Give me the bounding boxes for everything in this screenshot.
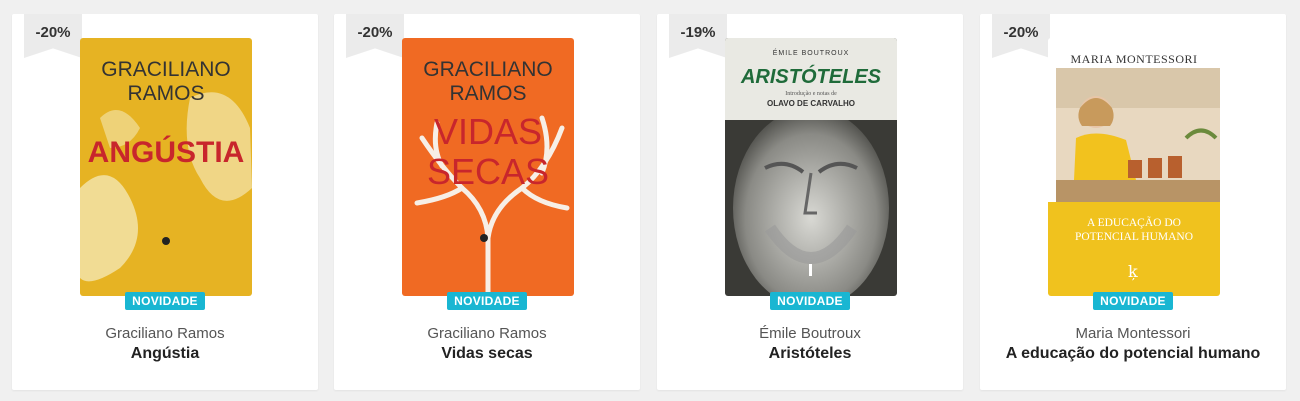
cover-author: MARIA MONTESSORI bbox=[1070, 52, 1198, 66]
book-cover-image[interactable]: ÉMILE BOUTROUX ARISTÓTELES Introdução e … bbox=[725, 38, 897, 296]
cover-author-line1: GRACILIANO bbox=[101, 58, 231, 81]
cover-author-line1: GRACILIANO bbox=[423, 58, 553, 81]
product-author[interactable]: Émile Boutroux bbox=[657, 325, 963, 342]
cover-title: ANGÚSTIA bbox=[87, 136, 245, 169]
new-tag: NOVIDADE bbox=[770, 292, 850, 310]
new-tag: NOVIDADE bbox=[447, 292, 527, 310]
cover-title-line1: A EDUCAÇÃO DO bbox=[1087, 217, 1181, 229]
discount-badge: -20% bbox=[992, 14, 1050, 58]
discount-badge: -20% bbox=[346, 14, 404, 58]
product-author[interactable]: Graciliano Ramos bbox=[12, 325, 318, 342]
cover-title-line2: SECAS bbox=[426, 151, 550, 192]
product-title[interactable]: A educação do potencial humano bbox=[980, 345, 1286, 363]
product-card[interactable]: -20% GRACILIANO RAMOS ANGÚSTIA NOVIDADE … bbox=[12, 14, 318, 390]
book-cover-image[interactable]: GRACILIANO RAMOS VIDAS SECAS bbox=[402, 38, 574, 296]
new-tag: NOVIDADE bbox=[1093, 292, 1173, 310]
cover-author: ÉMILE BOUTROUX bbox=[772, 50, 850, 57]
product-author[interactable]: Graciliano Ramos bbox=[334, 325, 640, 342]
product-title[interactable]: Aristóteles bbox=[657, 345, 963, 363]
cover-title-line1: VIDAS bbox=[433, 111, 543, 152]
product-author[interactable]: Maria Montessori bbox=[980, 325, 1286, 342]
discount-badge: -19% bbox=[669, 14, 727, 58]
product-title[interactable]: Angústia bbox=[12, 345, 318, 363]
publisher-logo-icon: ķ bbox=[1128, 262, 1138, 281]
cover-subtitle: Introdução e notas de bbox=[785, 91, 837, 97]
cover-title-line2: POTENCIAL HUMANO bbox=[1074, 231, 1194, 243]
book-cover-image[interactable]: GRACILIANO RAMOS ANGÚSTIA bbox=[80, 38, 252, 296]
product-card[interactable]: -20% MARIA MONTESSORI A EDUCAÇÃO DO POTE… bbox=[980, 14, 1286, 390]
discount-badge: -20% bbox=[24, 14, 82, 58]
product-card[interactable]: -20% GRACILIANO RAMOS VIDAS SECAS NOVIDA… bbox=[334, 14, 640, 390]
product-title[interactable]: Vidas secas bbox=[334, 345, 640, 363]
cover-author-line2: RAMOS bbox=[127, 82, 205, 105]
book-cover-image[interactable]: MARIA MONTESSORI A EDUCAÇÃO DO POTENCIAL… bbox=[1048, 38, 1220, 296]
publisher-logo-icon bbox=[809, 264, 812, 276]
cover-title: ARISTÓTELES bbox=[740, 66, 881, 88]
cover-editor: OLAVO DE CARVALHO bbox=[766, 99, 855, 108]
product-card[interactable]: -19% ÉMILE BOUTROUX ARISTÓTELES Introduç… bbox=[657, 14, 963, 390]
new-tag: NOVIDADE bbox=[125, 292, 205, 310]
cover-photo bbox=[1056, 68, 1220, 202]
cover-author-line2: RAMOS bbox=[449, 82, 527, 105]
